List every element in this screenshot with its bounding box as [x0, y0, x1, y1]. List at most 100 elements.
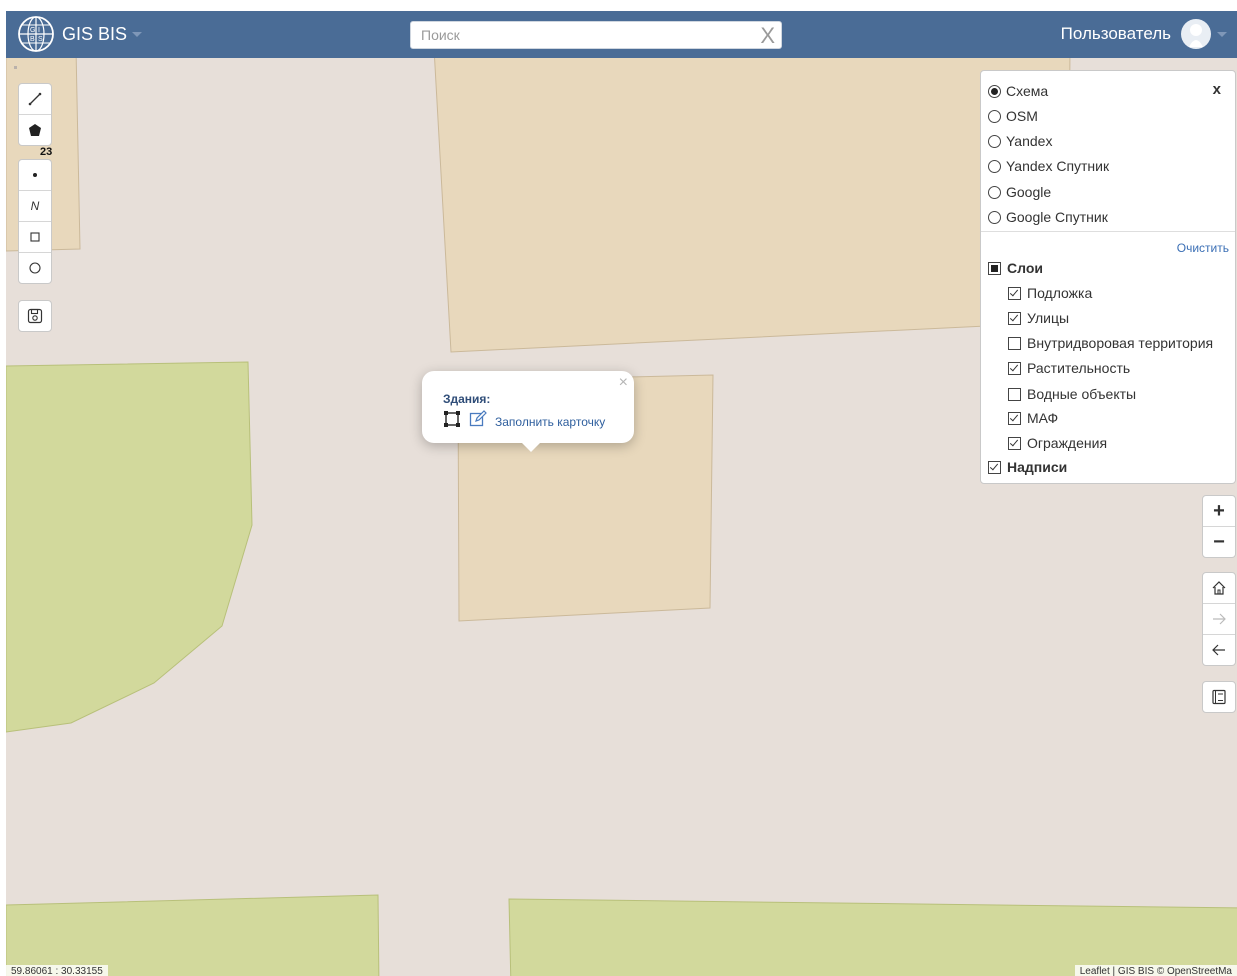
basemap-option[interactable]: Схема — [988, 83, 1048, 99]
basemap-label: Google Спутник — [1006, 209, 1108, 225]
avatar — [1181, 19, 1211, 49]
basemap-option[interactable]: Yandex Спутник — [988, 158, 1109, 174]
radio-icon — [988, 185, 1001, 199]
layer-toggle[interactable]: Внутридворовая территория — [1008, 335, 1213, 351]
search-box: X — [410, 21, 782, 49]
checkbox-icon — [988, 261, 1001, 275]
basemap-label: Yandex Спутник — [1006, 158, 1110, 174]
edit-geometry-icon[interactable] — [443, 410, 461, 433]
globe-logo-icon: G I B S — [16, 14, 56, 54]
panel-divider — [981, 231, 1235, 232]
layer-label: Улицы — [1027, 310, 1070, 326]
navigation-control — [1202, 572, 1236, 666]
layers-panel: x Схема OSM Yandex Yandex Спутник Google… — [980, 70, 1236, 484]
checkbox-icon — [1008, 336, 1021, 350]
user-icon — [1189, 24, 1203, 47]
layer-label: Водные объекты — [1027, 386, 1137, 402]
forward-button[interactable] — [1203, 604, 1235, 635]
polyline-icon: N — [30, 199, 40, 213]
radio-icon — [988, 84, 1001, 98]
fill-card-link[interactable]: Заполнить карточку — [495, 415, 605, 429]
back-button[interactable] — [1203, 635, 1235, 665]
basemap-label: Схема — [1006, 83, 1049, 99]
arrow-right-icon — [1213, 613, 1226, 625]
layer-toggle[interactable]: МАФ — [1008, 410, 1058, 426]
popup-close-button[interactable]: × — [619, 374, 628, 392]
search-clear-button[interactable]: X — [760, 23, 775, 49]
save-icon — [27, 308, 43, 324]
popup-title: Здания: — [443, 392, 491, 406]
svg-text:G: G — [30, 27, 35, 34]
basemap-label: Google — [1006, 184, 1052, 200]
radio-icon — [988, 210, 1001, 224]
brand-chevron-down-icon — [132, 31, 143, 37]
zoom-in-button[interactable]: + — [1203, 496, 1235, 527]
brand-title: GIS BIS — [62, 23, 128, 44]
basemap-label: OSM — [1006, 108, 1038, 124]
checkbox-icon — [1008, 311, 1021, 325]
edit-card-icon[interactable] — [469, 410, 487, 433]
top-navbar: G I B S GIS BIS X Пользователь — [6, 11, 1237, 58]
user-chevron-down-icon — [1217, 31, 1227, 37]
user-menu[interactable]: Пользователь — [1061, 19, 1227, 49]
checkbox-icon — [1008, 436, 1021, 450]
clear-link[interactable]: Очистить — [1177, 241, 1229, 255]
checkbox-icon — [1008, 361, 1021, 375]
draw-toolbar — [18, 83, 52, 146]
feature-count: 23 — [40, 146, 53, 158]
basemap-option[interactable]: Google Спутник — [988, 209, 1108, 225]
draw-polygon-button[interactable] — [19, 115, 51, 145]
draw-rectangle-button[interactable] — [19, 222, 51, 253]
basemap-label: Yandex — [1006, 133, 1053, 149]
legend-button[interactable] — [1203, 682, 1235, 712]
layer-toggle[interactable]: Растительность — [1008, 360, 1130, 376]
save-button[interactable] — [18, 300, 52, 332]
svg-text:B: B — [30, 36, 35, 43]
radio-icon — [988, 159, 1001, 173]
basemap-option[interactable]: Yandex — [988, 133, 1052, 149]
vegetation-left — [6, 361, 253, 733]
draw-line-button[interactable] — [19, 84, 51, 115]
vegetation-bottom-left — [6, 894, 380, 976]
layers-close-button[interactable]: x — [1213, 81, 1221, 98]
labels-group-toggle[interactable]: Надписи — [988, 459, 1067, 475]
draw-point-button[interactable] — [19, 160, 51, 191]
rectangle-icon — [30, 232, 40, 242]
book-icon — [1212, 689, 1226, 705]
popup-actions: Заполнить карточку — [443, 410, 605, 433]
map-attribution[interactable]: Leaflet | GIS BIS © OpenStreetMa — [1074, 965, 1237, 976]
circle-icon — [29, 262, 41, 274]
svg-text:I: I — [38, 27, 40, 34]
draw-shapes-toolbar: N — [18, 159, 52, 284]
labels-group-label: Надписи — [1007, 459, 1068, 475]
zoom-out-button[interactable]: − — [1203, 527, 1235, 557]
point-icon — [33, 173, 37, 177]
home-button[interactable] — [1203, 573, 1235, 604]
arrow-left-icon — [1212, 644, 1225, 656]
layer-toggle[interactable]: Ограждения — [1008, 435, 1107, 451]
checkbox-icon — [988, 460, 1001, 474]
basemap-option[interactable]: OSM — [988, 108, 1038, 124]
layer-toggle[interactable]: Водные объекты — [1008, 386, 1136, 402]
coordinates-readout: 59.86061 : 30.33155 — [6, 965, 108, 976]
radio-icon — [988, 134, 1001, 148]
radio-icon — [988, 109, 1001, 123]
layers-group-toggle[interactable]: Слои — [988, 260, 1043, 276]
checkbox-icon — [1008, 387, 1021, 401]
draw-polyline-button[interactable]: N — [19, 191, 51, 222]
layer-label: Ограждения — [1027, 435, 1108, 451]
zoom-control: + − — [1202, 495, 1236, 558]
layer-toggle[interactable]: Улицы — [1008, 310, 1069, 326]
svg-text:S: S — [38, 36, 43, 43]
basemap-option[interactable]: Google — [988, 184, 1051, 200]
building-top-large — [434, 58, 1071, 353]
map-canvas[interactable]: 23 N x Схема OSM Yandex Yandex Спутник G… — [6, 58, 1237, 976]
search-input[interactable] — [419, 26, 743, 44]
legend-control — [1202, 681, 1236, 713]
layer-toggle[interactable]: Подложка — [1008, 285, 1092, 301]
feature-popup: × Здания: Заполнить карточку — [422, 371, 634, 452]
checkbox-icon — [1008, 286, 1021, 300]
line-icon — [28, 92, 42, 106]
brand[interactable]: G I B S GIS BIS — [16, 14, 143, 54]
draw-circle-button[interactable] — [19, 253, 51, 283]
